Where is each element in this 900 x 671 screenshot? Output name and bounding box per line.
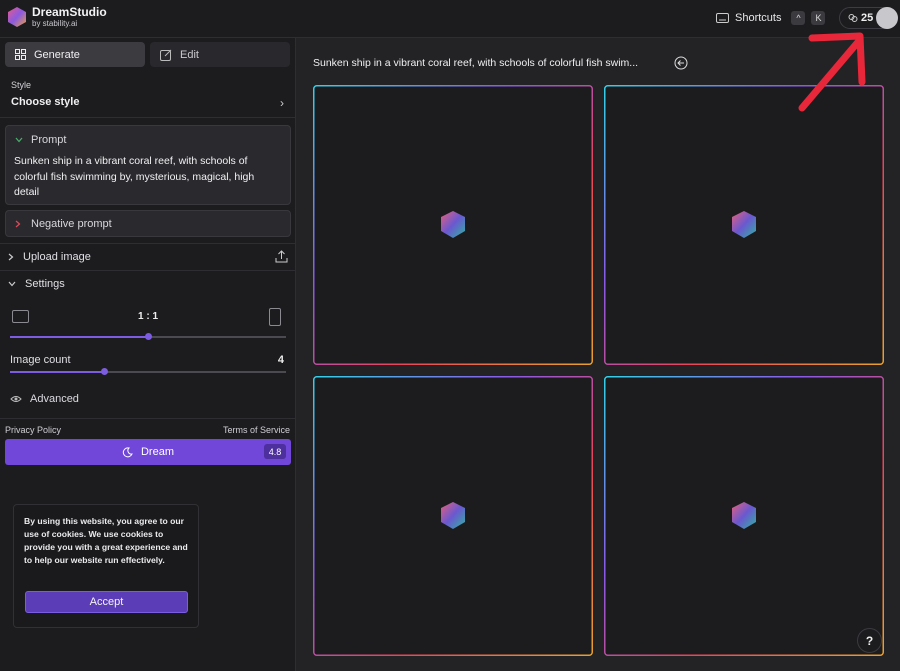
- prompt-label: Prompt: [31, 134, 67, 146]
- image-count-slider[interactable]: [10, 368, 286, 375]
- brand[interactable]: DreamStudio by stability.ai: [32, 6, 107, 29]
- help-button[interactable]: ?: [857, 628, 882, 653]
- settings-label: Settings: [25, 277, 65, 290]
- avatar[interactable]: [876, 7, 898, 29]
- aspect-ratio-slider[interactable]: [10, 333, 286, 340]
- moon-icon: [122, 446, 133, 457]
- upload-icon[interactable]: [275, 250, 288, 263]
- top-bar: DreamStudio by stability.ai Shortcuts ^ …: [0, 0, 900, 38]
- settings-row[interactable]: Settings: [0, 270, 296, 296]
- privacy-policy-link[interactable]: Privacy Policy: [5, 425, 61, 435]
- dream-label: Dream: [140, 446, 174, 458]
- image-count-knob[interactable]: [100, 368, 108, 375]
- upload-image-row[interactable]: Upload image: [0, 243, 296, 269]
- upload-image-label: Upload image: [23, 250, 91, 263]
- generate-label: Generate: [34, 48, 80, 61]
- ctrl-key: ^: [791, 11, 806, 25]
- prompt-input[interactable]: Sunken ship in a vibrant coral reef, wit…: [14, 154, 279, 201]
- negative-prompt-label: Negative prompt: [31, 217, 112, 230]
- terms-of-service-link[interactable]: Terms of Service: [223, 425, 290, 435]
- cookie-text: By using this website, you agree to our …: [24, 516, 188, 565]
- app-byline: by stability.ai: [32, 19, 78, 28]
- dreamstudio-logo[interactable]: [7, 6, 27, 28]
- aspect-ratio-fill: [10, 336, 148, 338]
- k-key: K: [811, 11, 826, 25]
- chevron-right-icon: ›: [280, 96, 284, 110]
- edit-icon: [160, 49, 172, 61]
- accept-cookies-button[interactable]: Accept: [25, 591, 188, 613]
- tile-frame: [604, 376, 884, 656]
- shortcuts-button[interactable]: Shortcuts ^ K: [716, 11, 826, 25]
- style-label: Style: [11, 80, 32, 90]
- portrait-ratio-icon[interactable]: [269, 308, 281, 326]
- back-arrow-icon[interactable]: [674, 56, 688, 70]
- credits-icon: [848, 14, 858, 22]
- result-image-3[interactable]: [313, 376, 593, 656]
- image-count-label: Image count: [10, 354, 71, 366]
- keyboard-icon: [716, 13, 729, 23]
- divider: [0, 418, 296, 419]
- result-image-1[interactable]: [313, 85, 593, 365]
- aspect-ratio-value: 1 : 1: [138, 311, 159, 322]
- grid-icon: [15, 49, 26, 60]
- result-image-4[interactable]: [604, 376, 884, 656]
- credits-count: 25: [861, 12, 874, 24]
- prompt-header[interactable]: Prompt: [15, 134, 66, 146]
- image-count-value: 4: [277, 354, 284, 366]
- generate-tab[interactable]: Generate: [5, 42, 145, 67]
- negative-prompt-panel[interactable]: Negative prompt: [5, 210, 291, 237]
- result-image-2[interactable]: [604, 85, 884, 365]
- aspect-ratio-knob[interactable]: [145, 333, 152, 340]
- tile-frame: [604, 85, 884, 365]
- chevron-right-icon: [15, 220, 21, 227]
- annotation-arrow: [798, 32, 866, 112]
- tile-frame: [313, 376, 593, 656]
- edit-tab[interactable]: Edit: [150, 42, 290, 67]
- landscape-ratio-icon[interactable]: [12, 310, 29, 323]
- advanced-toggle[interactable]: Advanced: [10, 393, 79, 405]
- edit-label: Edit: [180, 48, 199, 61]
- chevron-right-icon: [8, 253, 14, 260]
- shortcuts-label: Shortcuts: [735, 12, 782, 24]
- tile-frame: [313, 85, 593, 365]
- advanced-label: Advanced: [30, 393, 79, 405]
- generation-title: Sunken ship in a vibrant coral reef, wit…: [313, 57, 639, 69]
- image-count-fill: [10, 371, 104, 373]
- chevron-down-icon: [15, 137, 23, 143]
- prompt-panel[interactable]: Prompt Sunken ship in a vibrant coral re…: [5, 125, 291, 205]
- dream-cost-badge: 4.8: [264, 444, 286, 459]
- cookie-banner: By using this website, you agree to our …: [13, 504, 199, 628]
- dream-button[interactable]: Dream 4.8: [5, 439, 291, 465]
- chevron-down-icon: [8, 281, 16, 286]
- style-value: Choose style: [11, 96, 80, 108]
- app-name: DreamStudio: [32, 5, 107, 19]
- style-selector[interactable]: Style Choose style ›: [0, 76, 296, 118]
- eye-icon: [10, 396, 22, 402]
